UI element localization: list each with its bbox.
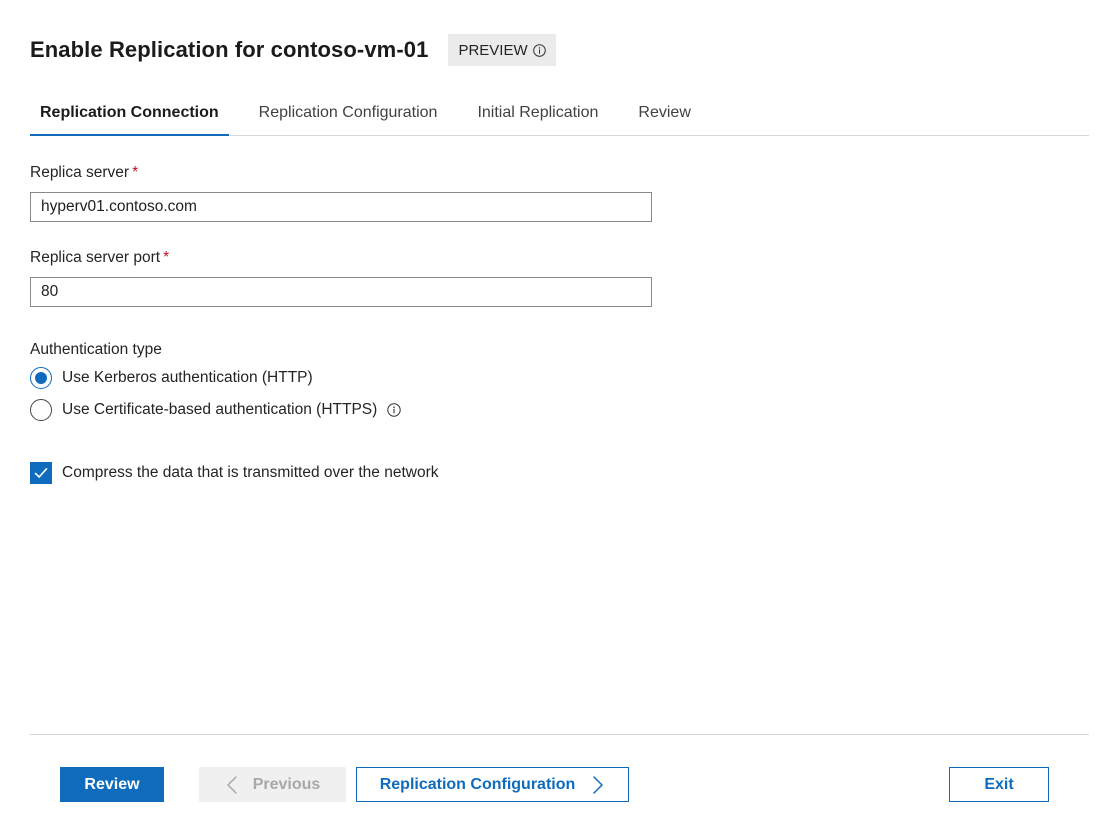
replica-server-input[interactable]: [30, 192, 652, 222]
chevron-left-icon: [225, 775, 239, 795]
enable-replication-page: Enable Replication for contoso-vm-01 PRE…: [0, 0, 1119, 839]
next-button-label: Replication Configuration: [379, 775, 576, 793]
auth-option-kerberos[interactable]: Use Kerberos authentication (HTTP): [30, 367, 313, 389]
page-header: Enable Replication for contoso-vm-01 PRE…: [30, 34, 556, 66]
next-button[interactable]: Replication Configuration: [356, 767, 629, 802]
footer-divider: [30, 734, 1089, 735]
compress-option[interactable]: Compress the data that is transmitted ov…: [30, 462, 438, 484]
info-icon[interactable]: [532, 43, 546, 57]
preview-badge-label: PREVIEW: [458, 41, 528, 59]
auth-option-certificate[interactable]: Use Certificate-based authentication (HT…: [30, 399, 402, 421]
auth-type-label: Authentication type: [30, 341, 162, 358]
compress-checkbox[interactable]: [30, 462, 52, 484]
replica-port-input[interactable]: [30, 277, 652, 307]
preview-badge[interactable]: PREVIEW: [448, 34, 556, 66]
required-mark: *: [132, 164, 139, 181]
checkmark-icon: [34, 468, 48, 478]
required-mark: *: [163, 249, 170, 266]
tab-label: Replication Configuration: [258, 104, 438, 121]
exit-button[interactable]: Exit: [949, 767, 1049, 802]
page-title: Enable Replication for contoso-vm-01: [30, 37, 429, 62]
certificate-radio-label: Use Certificate-based authentication (HT…: [62, 401, 378, 418]
tab-initial-replication[interactable]: Initial Replication: [467, 96, 608, 135]
replica-server-label: Replica server *: [30, 164, 138, 182]
previous-button-label: Previous: [252, 775, 321, 793]
wizard-tabs: Replication Connection Replication Confi…: [30, 96, 1089, 136]
replica-port-label-text: Replica server port: [30, 249, 161, 266]
kerberos-radio[interactable]: [30, 367, 52, 389]
tab-label: Initial Replication: [477, 104, 599, 121]
review-button[interactable]: Review: [60, 767, 164, 802]
chevron-right-icon: [591, 775, 605, 795]
tab-label: Replication Connection: [40, 104, 219, 121]
replica-server-label-text: Replica server: [30, 164, 130, 181]
certificate-radio[interactable]: [30, 399, 52, 421]
previous-button[interactable]: Previous: [199, 767, 346, 802]
replica-port-label: Replica server port *: [30, 249, 169, 267]
tab-label: Review: [638, 104, 691, 121]
tab-review[interactable]: Review: [628, 96, 700, 135]
info-icon[interactable]: [387, 403, 402, 417]
radio-dot: [35, 372, 47, 384]
tab-replication-connection[interactable]: Replication Connection: [30, 96, 229, 136]
kerberos-radio-label: Use Kerberos authentication (HTTP): [62, 369, 313, 386]
compress-checkbox-label: Compress the data that is transmitted ov…: [62, 464, 439, 481]
tab-replication-configuration[interactable]: Replication Configuration: [249, 96, 448, 135]
